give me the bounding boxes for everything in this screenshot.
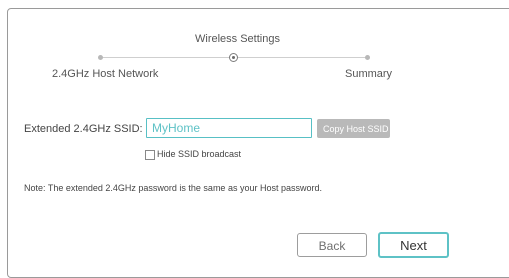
step-dot-host-network [98, 55, 103, 60]
step-dot-summary [365, 55, 370, 60]
step-label-summary: Summary [345, 68, 393, 80]
next-button[interactable]: Next [378, 232, 449, 258]
copy-host-ssid-button[interactable]: Copy Host SSID [317, 119, 390, 138]
hide-ssid-checkbox[interactable] [145, 150, 155, 160]
ssid-input[interactable] [146, 118, 312, 138]
hide-ssid-label: Hide SSID broadcast [157, 149, 242, 159]
ssid-label: Extended 2.4GHz SSID: [24, 123, 143, 135]
step-indicator-wireless-settings [229, 53, 238, 62]
password-note: Note: The extended 2.4GHz password is th… [24, 183, 322, 193]
step-label-host-network: 2.4GHz Host Network [52, 68, 159, 80]
back-button[interactable]: Back [297, 233, 367, 257]
current-step-title: Wireless Settings [195, 33, 280, 45]
